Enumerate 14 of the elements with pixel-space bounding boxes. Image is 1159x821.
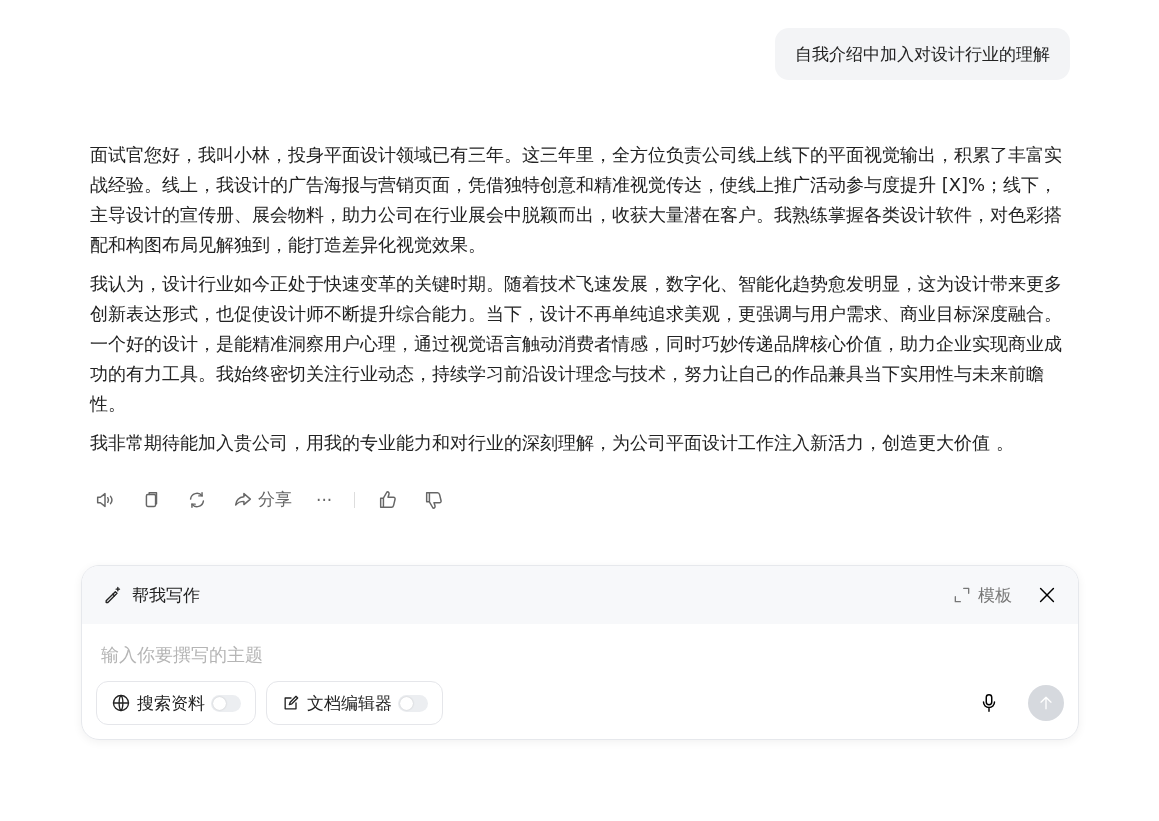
expand-icon <box>952 585 972 605</box>
more-button[interactable]: ··· <box>314 487 335 512</box>
template-button[interactable]: 模板 <box>946 582 1018 608</box>
toggle-switch[interactable] <box>211 694 241 712</box>
answer-paragraph: 我认为，设计行业如今正处于快速变革的关键时期。随着技术飞速发展，数字化、智能化趋势愈发明显，这为设计带来更多创新表达形式，也促使设计师不断提升综合能力。当下，设计不再单纯追求美观，更强调与用户需求、商业目标深度融合。一个好的设计，是能精准洞察用户心理，通过视觉语言触动消费者情感，同时巧妙传递品牌核心价值，助力企业实现商业成功的有力工具。我始终密切关注行业动态，持续学习前沿设计理念与技术，努力让自己的作品兼具当下实用性与未来前瞻性。 <box>90 272 1063 416</box>
globe-icon <box>111 693 131 713</box>
user-message-bubble: 自我介绍中加入对设计行业的理解 <box>775 28 1070 80</box>
mode-title: 帮我写作 <box>132 583 200 607</box>
share-button[interactable]: 分享 <box>230 486 294 513</box>
answer-paragraph: 面试官您好，我叫小林，投身平面设计领域已有三年。这三年里，全方位负责公司线上线下的平面视觉输出，积累了丰富实战经验。线上，我设计的广告海报与营销页面，凭借独特创意和精准视觉传达，使线上推广活动参与度提升 [X]%；线下，主导设计的宣传册、展会物料，助力公司在行业展会中脱颖而出，收获大量潜在客户。我熟练掌握各类设计软件，对色彩搭配和构图布局见解独到，能打造差异化视觉效果。 <box>90 143 1063 257</box>
toggle-switch[interactable] <box>398 694 428 712</box>
answer-paragraph: 我非常期待能加入贵公司，用我的专业能力和对行业的深刻理解，为公司平面设计工作注入新活力，创造更大价值 。 <box>90 431 1015 455</box>
search-sources-button[interactable]: 搜索资料 <box>96 681 256 725</box>
document-editor-button[interactable]: 文档编辑器 <box>266 681 443 725</box>
